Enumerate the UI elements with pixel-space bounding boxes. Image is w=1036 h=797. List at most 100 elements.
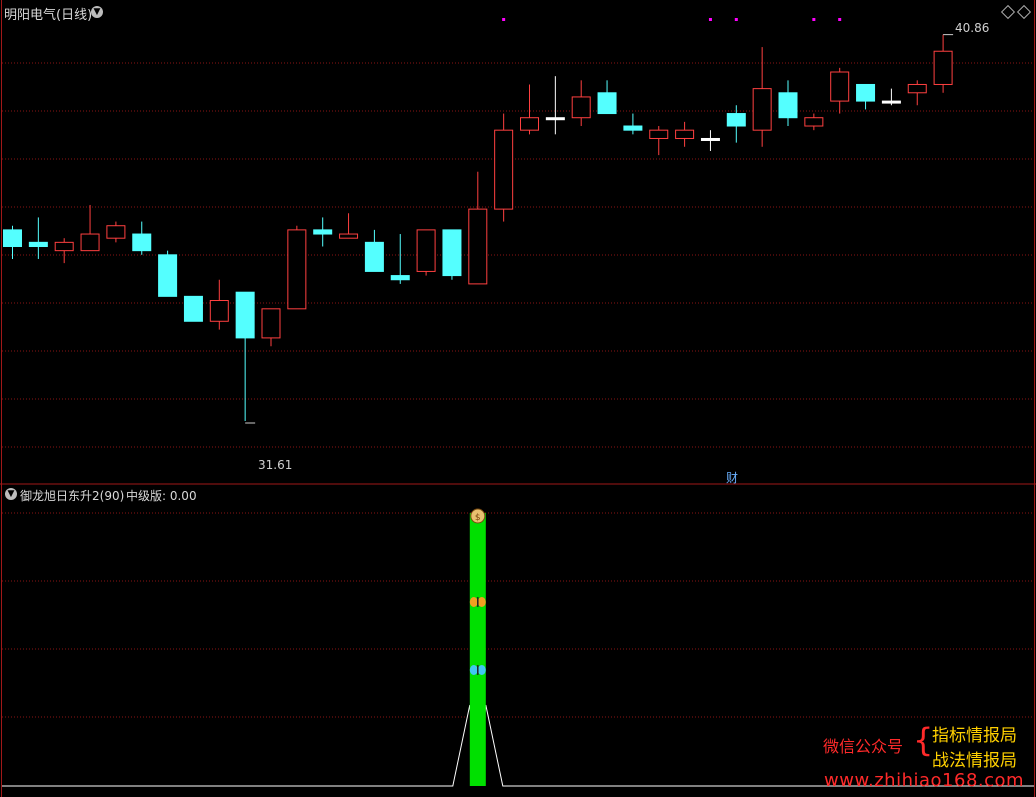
candle-body (468, 208, 488, 285)
candle (106, 221, 126, 243)
candle (907, 80, 927, 106)
candle (752, 47, 772, 147)
candle (649, 126, 669, 156)
watermark-brace: { (913, 721, 934, 759)
candle-body (597, 92, 617, 115)
candle-body (700, 137, 720, 141)
signal-dot (502, 18, 506, 21)
butterfly-body (477, 597, 479, 607)
candle-body (313, 229, 333, 235)
candle (830, 67, 850, 114)
candle (571, 80, 591, 127)
candle-body (364, 241, 384, 272)
candle (442, 229, 462, 280)
watermark-wechat: 微信公众号 (823, 737, 904, 756)
candle-body (158, 254, 178, 297)
candle-body (804, 117, 824, 127)
candle (339, 213, 359, 239)
high-price-label: 40.86 (955, 21, 990, 35)
candle (54, 238, 74, 264)
candle (881, 88, 901, 106)
candle (933, 34, 953, 93)
candle-body (494, 129, 514, 210)
candle-body (3, 229, 22, 248)
butterfly-wing (469, 597, 478, 607)
candle (390, 234, 410, 284)
signal-dot (734, 18, 738, 21)
candle (675, 121, 695, 147)
money-bag-symbol: $ (475, 513, 481, 523)
candle-body (571, 96, 591, 119)
candle (158, 250, 178, 297)
collapse-icon[interactable]: ▼ (5, 488, 17, 500)
candle (494, 113, 514, 222)
collapse-icon[interactable]: ▼ (91, 6, 103, 18)
candle-body (545, 117, 565, 121)
candle-body (726, 113, 746, 127)
candle (313, 217, 333, 247)
candle-body (675, 129, 695, 139)
candle (3, 225, 22, 259)
candle-body (261, 308, 281, 339)
candle-body (390, 275, 410, 281)
candle-body (520, 117, 539, 131)
butterfly-wing (477, 597, 486, 607)
candle (700, 130, 720, 151)
watermark-url: www.zhihiao168.com (824, 770, 1025, 791)
candle-body (106, 225, 126, 239)
butterfly-icon (469, 597, 486, 607)
candle-body (54, 241, 74, 252)
candle (468, 171, 488, 285)
money-bag-icon: $ (470, 508, 486, 524)
candle (28, 217, 48, 259)
candle-body (778, 92, 798, 119)
price-grid (2, 62, 1034, 448)
candle (209, 279, 229, 330)
candle (856, 83, 876, 110)
candle-body (907, 83, 927, 94)
main-panel-title: 明阳电气(日线) (4, 8, 93, 23)
candle-body (856, 83, 876, 102)
indicator-value: 中级版: 0.00 (126, 489, 197, 503)
candle (726, 105, 746, 143)
candle-body (649, 129, 669, 139)
cai-marker[interactable]: 财 (726, 469, 738, 486)
signal-dots (502, 18, 842, 21)
butterfly-wing (469, 665, 478, 675)
stock-chart[interactable]: $ (0, 0, 1036, 797)
candle-body (881, 100, 901, 104)
candle (183, 295, 203, 322)
candle-body (235, 291, 255, 339)
indicator-grid (2, 512, 1034, 718)
candle (364, 229, 384, 272)
candle-body (830, 71, 850, 102)
candle (778, 80, 798, 127)
butterfly-body (477, 665, 479, 675)
candle-body (442, 229, 462, 277)
candle-body (933, 50, 953, 85)
candle (416, 229, 436, 276)
candle (261, 308, 281, 347)
watermark-line2: 战法情报局 (932, 751, 1017, 771)
candle (80, 204, 100, 252)
candle (545, 76, 565, 135)
candle-body (416, 229, 436, 272)
watermark-line1: 指标情报局 (932, 726, 1017, 746)
candle-body (287, 229, 307, 310)
low-price-label: 31.61 (258, 458, 293, 472)
candle-body (339, 233, 359, 239)
candle-body (80, 233, 100, 252)
candle-body (183, 295, 203, 322)
candle (804, 113, 824, 131)
butterfly-wing (477, 665, 486, 675)
candle (623, 113, 643, 135)
candle (597, 80, 617, 115)
signal-dot (838, 18, 842, 21)
candle-body (623, 125, 643, 131)
candle-body (132, 233, 152, 252)
candle (235, 291, 255, 421)
candle-body (752, 88, 772, 131)
signal-dot (708, 18, 712, 21)
indicator-title: 御龙旭日东升2(90) (20, 489, 125, 503)
candle-body (28, 241, 48, 248)
